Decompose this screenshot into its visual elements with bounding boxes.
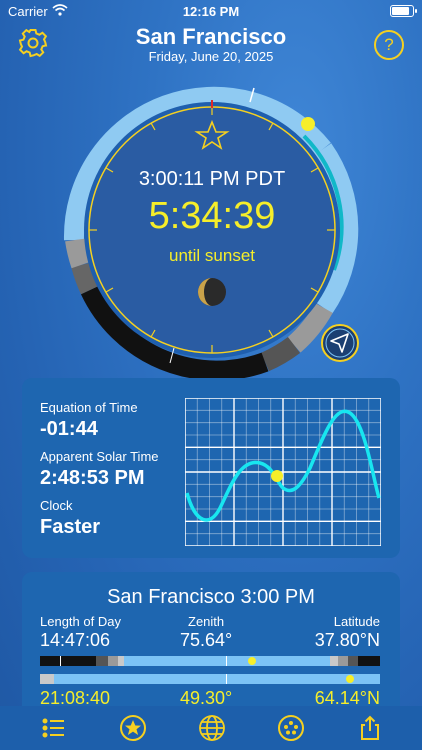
zenith-label: Zenith [188, 614, 225, 629]
comparison-bar [40, 674, 380, 684]
gear-icon[interactable] [18, 28, 48, 58]
length-of-day-label: Length of Day [40, 614, 121, 629]
status-time: 12:16 PM [182, 4, 240, 19]
list-icon[interactable] [40, 714, 68, 742]
battery-icon [390, 5, 417, 17]
equation-graph [185, 398, 381, 546]
solar-time-label: Apparent Solar Time [40, 449, 159, 464]
length-of-day-value: 14:47:06 [40, 630, 111, 650]
clock-value: Faster [40, 516, 101, 538]
header: San Francisco Friday, June 20, 2025 [0, 22, 422, 66]
star-tab-icon[interactable] [119, 714, 147, 742]
globe-icon[interactable] [198, 714, 226, 742]
sun-marker-2 [346, 675, 354, 683]
help-button[interactable]: ? [374, 30, 404, 60]
location-arrow-button[interactable] [320, 323, 360, 363]
countdown-label: until sunset [169, 246, 255, 265]
sun-position-marker [301, 117, 315, 131]
clock-label: Clock [40, 498, 73, 513]
equation-label: Equation of Time [40, 400, 138, 415]
zenith-value: 75.64° [180, 630, 233, 650]
moon-icon [198, 278, 226, 306]
info-card-title: San Francisco 3:00 PM [107, 586, 315, 608]
tab-bar [0, 706, 422, 750]
equation-value: -01:44 [40, 418, 98, 440]
sun-marker-1 [248, 657, 256, 665]
city-title: San Francisco [135, 24, 287, 49]
current-point-marker [271, 470, 283, 482]
day-length-bar [40, 656, 380, 666]
equation-of-time-card: Equation of Time -01:44 Apparent Solar T… [22, 378, 400, 558]
date-subtitle: Friday, June 20, 2025 [148, 49, 274, 64]
dots-icon[interactable] [277, 714, 305, 742]
sunset-countdown: 5:34:39 [148, 195, 276, 237]
status-bar: Carrier 12:16 PM [0, 0, 422, 22]
latitude-label: Latitude [333, 614, 380, 629]
current-time: 3:00:11 PM PDT [138, 168, 286, 190]
latitude-value: 37.80°N [314, 630, 380, 650]
share-icon[interactable] [356, 714, 384, 742]
solar-time-value: 2:48:53 PM [40, 467, 145, 489]
